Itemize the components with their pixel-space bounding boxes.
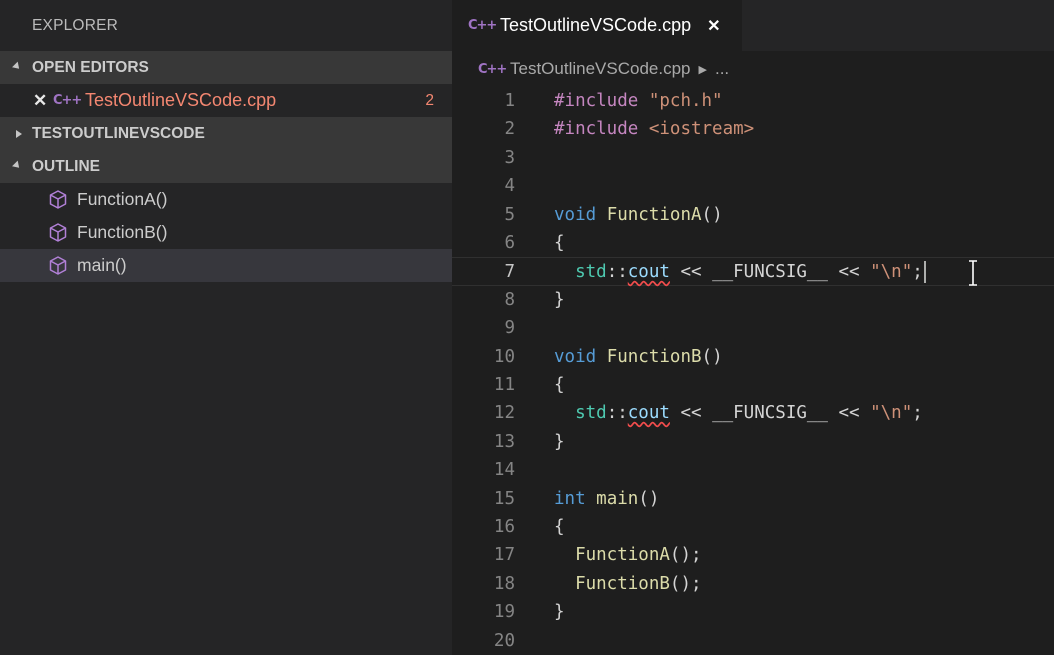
- explorer-title: EXPLORER: [32, 17, 119, 34]
- chevron-right-icon: ▶: [698, 63, 707, 76]
- line-number: 15: [493, 488, 515, 509]
- outline-item-main[interactable]: main(): [0, 249, 452, 282]
- breadcrumb-file[interactable]: TestOutlineVSCode.cpp: [510, 59, 691, 79]
- tab-title: TestOutlineVSCode.cpp: [500, 15, 692, 35]
- outline-item-functiona[interactable]: FunctionA(): [0, 183, 452, 216]
- line-number: 19: [493, 602, 515, 623]
- line-number: 20: [493, 630, 515, 651]
- code-text[interactable]: int main(): [554, 485, 659, 513]
- chevron-down-icon: [12, 160, 32, 171]
- outline-item-label: main(): [77, 255, 127, 275]
- line-number: 11: [493, 375, 515, 395]
- code-text[interactable]: std::cout << __FUNCSIG__ << "\n";: [554, 258, 926, 286]
- code-line[interactable]: 6{: [452, 229, 1054, 257]
- code-line[interactable]: 9: [452, 314, 1054, 342]
- code-line[interactable]: 17 FunctionA();: [452, 541, 1054, 569]
- line-number: 14: [493, 460, 515, 481]
- outline-item-label: FunctionB(): [77, 222, 168, 242]
- line-number: 13: [493, 431, 515, 452]
- cpp-file-icon: C++: [478, 61, 507, 77]
- line-number: 4: [504, 176, 515, 197]
- line-number: 2: [504, 119, 515, 140]
- cpp-file-icon: C++: [53, 93, 82, 108]
- code-line[interactable]: 8}: [452, 286, 1054, 314]
- line-number: 5: [504, 204, 515, 225]
- code-text[interactable]: {: [554, 371, 565, 399]
- code-line[interactable]: 15 int main(): [452, 485, 1054, 513]
- text-cursor: [923, 261, 926, 284]
- editor-tab[interactable]: C++ TestOutlineVSCode.cpp ✕: [452, 0, 742, 51]
- code-line[interactable]: 7 std::cout << __FUNCSIG__ << "\n";: [452, 257, 1054, 286]
- code-text[interactable]: FunctionA();: [554, 541, 701, 569]
- explorer-sidebar: EXPLORER OPEN EDITORS ✕ C++ TestOutlineV…: [0, 0, 452, 655]
- open-editor-filename: TestOutlineVSCode.cpp: [85, 90, 277, 110]
- line-number: 3: [504, 147, 515, 168]
- section-open-editors-label: OPEN EDITORS: [32, 58, 149, 76]
- close-icon[interactable]: ✕: [33, 91, 53, 111]
- code-line[interactable]: 3: [452, 144, 1054, 172]
- code-text[interactable]: }: [554, 428, 565, 456]
- line-number: 12: [493, 403, 515, 424]
- outline-item-label: FunctionA(): [77, 189, 168, 209]
- code-text[interactable]: #include <iostream>: [554, 115, 754, 143]
- code-text[interactable]: std::cout << __FUNCSIG__ << "\n";: [554, 399, 923, 427]
- line-number: 16: [493, 517, 515, 537]
- line-number: 9: [504, 318, 515, 339]
- code-line[interactable]: 2 #include <iostream>: [452, 115, 1054, 143]
- method-cube-icon: [49, 190, 77, 209]
- chevron-down-icon: [12, 61, 32, 72]
- cpp-file-icon: C++: [468, 18, 497, 33]
- code-text[interactable]: {: [554, 513, 565, 541]
- code-line[interactable]: 13}: [452, 428, 1054, 456]
- code-text[interactable]: {: [554, 229, 565, 257]
- outline-item-functionb[interactable]: FunctionB(): [0, 216, 452, 249]
- code-text[interactable]: FunctionB();: [554, 570, 701, 598]
- editor-tab-bar: C++ TestOutlineVSCode.cpp ✕: [452, 0, 1054, 51]
- method-cube-icon: [49, 223, 77, 242]
- code-line[interactable]: 10 void FunctionB(): [452, 343, 1054, 371]
- code-text[interactable]: void FunctionA(): [554, 201, 723, 229]
- line-number: 18: [493, 573, 515, 594]
- code-line[interactable]: 4: [452, 172, 1054, 200]
- section-folder-label: TESTOUTLINEVSCODE: [32, 124, 205, 142]
- tab-close-icon[interactable]: ✕: [707, 16, 720, 36]
- code-line[interactable]: 19}: [452, 598, 1054, 626]
- ibeam-cursor-icon: [969, 260, 977, 286]
- section-outline[interactable]: OUTLINE: [0, 150, 452, 183]
- code-text[interactable]: }: [554, 598, 565, 626]
- open-editor-item[interactable]: ✕ C++ TestOutlineVSCode.cpp 2: [0, 84, 452, 117]
- code-line[interactable]: 16 {: [452, 513, 1054, 541]
- code-text[interactable]: void FunctionB(): [554, 343, 723, 371]
- code-text[interactable]: #include "pch.h": [554, 87, 723, 115]
- code-line[interactable]: 14: [452, 456, 1054, 484]
- problem-count-badge: 2: [425, 91, 434, 109]
- section-open-editors[interactable]: OPEN EDITORS: [0, 51, 452, 84]
- line-number: 8: [504, 289, 515, 310]
- code-line[interactable]: 5 void FunctionA(): [452, 201, 1054, 229]
- code-text[interactable]: }: [554, 286, 565, 314]
- method-cube-icon: [49, 256, 77, 275]
- line-number: 10: [493, 346, 515, 367]
- breadcrumb: C++ TestOutlineVSCode.cpp ▶ ...: [452, 51, 1054, 87]
- line-number: 17: [493, 545, 515, 566]
- breadcrumb-more[interactable]: ...: [715, 59, 729, 79]
- line-number: 7: [504, 262, 515, 283]
- code-editor[interactable]: 1 #include "pch.h" 2 #include <iostream> 3 4 5…: [452, 87, 1054, 655]
- code-line[interactable]: 12 std::cout << __FUNCSIG__ << "\n";: [452, 399, 1054, 427]
- code-line[interactable]: 18 FunctionB();: [452, 570, 1054, 598]
- chevron-right-icon: [13, 129, 32, 138]
- code-line[interactable]: 1 #include "pch.h": [452, 87, 1054, 115]
- section-folder[interactable]: TESTOUTLINEVSCODE: [0, 117, 452, 150]
- code-line[interactable]: 20: [452, 627, 1054, 655]
- code-line[interactable]: 11 {: [452, 371, 1054, 399]
- section-outline-label: OUTLINE: [32, 157, 101, 175]
- line-number: 6: [504, 233, 515, 253]
- line-number: 1: [504, 91, 515, 111]
